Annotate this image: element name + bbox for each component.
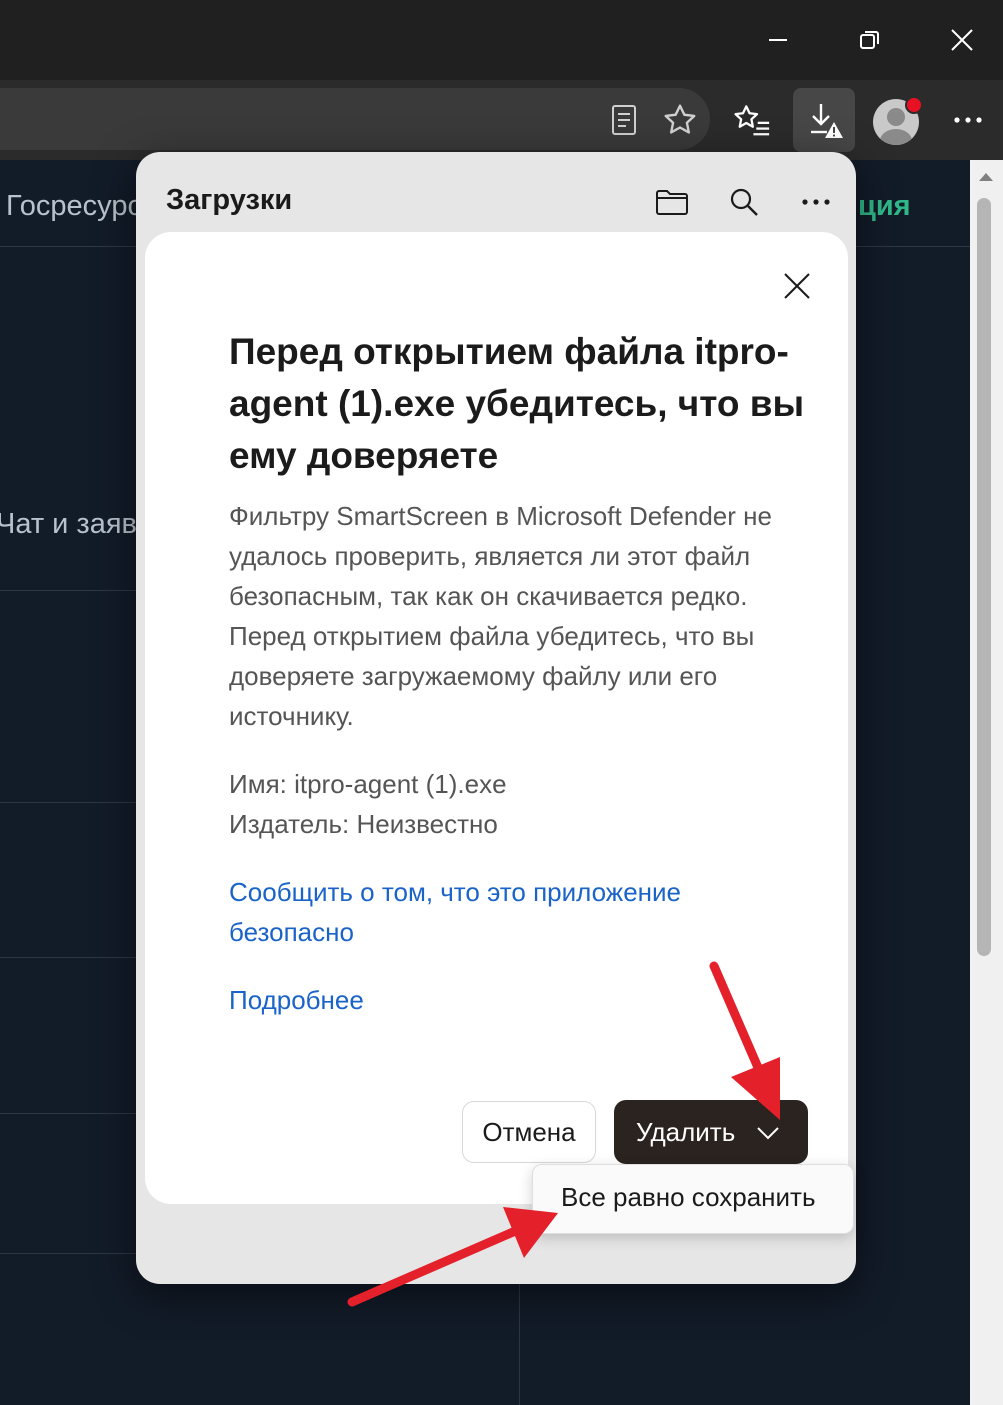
notification-dot (905, 96, 923, 114)
scrollbar-thumb[interactable] (977, 198, 991, 956)
search-icon[interactable] (722, 180, 766, 224)
smartscreen-warning-dialog: Перед открытием файла itpro-agent (1).ex… (145, 232, 848, 1204)
file-name-line: Имя: itpro-agent (1).exe (229, 769, 507, 799)
report-safe-link[interactable]: Сообщить о том, что это приложение безоп… (229, 872, 789, 952)
minimize-icon[interactable] (758, 20, 798, 60)
sidebar-item-chat[interactable]: Чат и заяв (0, 508, 137, 541)
delete-button[interactable]: Удалить (614, 1100, 808, 1164)
cancel-button[interactable]: Отмена (462, 1101, 596, 1163)
details-link[interactable]: Подробнее (229, 980, 789, 1020)
keep-anyway-menu-item[interactable]: Все равно сохранить (561, 1182, 816, 1213)
dialog-close-icon[interactable] (775, 264, 819, 308)
nav-item-highlighted[interactable]: ция (858, 190, 911, 223)
downloads-title: Загрузки (166, 184, 293, 216)
dialog-title: Перед открытием файла itpro-agent (1).ex… (229, 331, 805, 476)
divider (0, 590, 136, 591)
more-icon[interactable] (794, 180, 838, 224)
downloads-button[interactable] (793, 88, 855, 152)
more-icon[interactable] (946, 98, 990, 142)
dialog-description: Фильтру SmartScreen в Microsoft Defender… (229, 501, 772, 731)
folder-icon[interactable] (650, 180, 694, 224)
divider (0, 957, 136, 958)
download-warning-icon (805, 100, 845, 145)
delete-options-menu: Все равно сохранить (532, 1164, 854, 1234)
nav-item-gosresurs[interactable]: Госресурс (6, 190, 142, 223)
reader-mode-icon[interactable] (602, 98, 646, 142)
chevron-down-icon[interactable] (756, 1120, 780, 1151)
window-titlebar (0, 0, 1003, 80)
close-icon[interactable] (942, 20, 982, 60)
browser-toolbar (0, 80, 1003, 160)
publisher-line: Издатель: Неизвестно (229, 809, 498, 839)
restore-icon[interactable] (850, 20, 890, 60)
divider (0, 1253, 136, 1254)
delete-button-label: Удалить (636, 1116, 736, 1147)
star-icon[interactable] (658, 98, 702, 142)
favorites-list-icon[interactable] (730, 98, 774, 142)
divider (0, 1113, 136, 1114)
divider (0, 802, 136, 803)
